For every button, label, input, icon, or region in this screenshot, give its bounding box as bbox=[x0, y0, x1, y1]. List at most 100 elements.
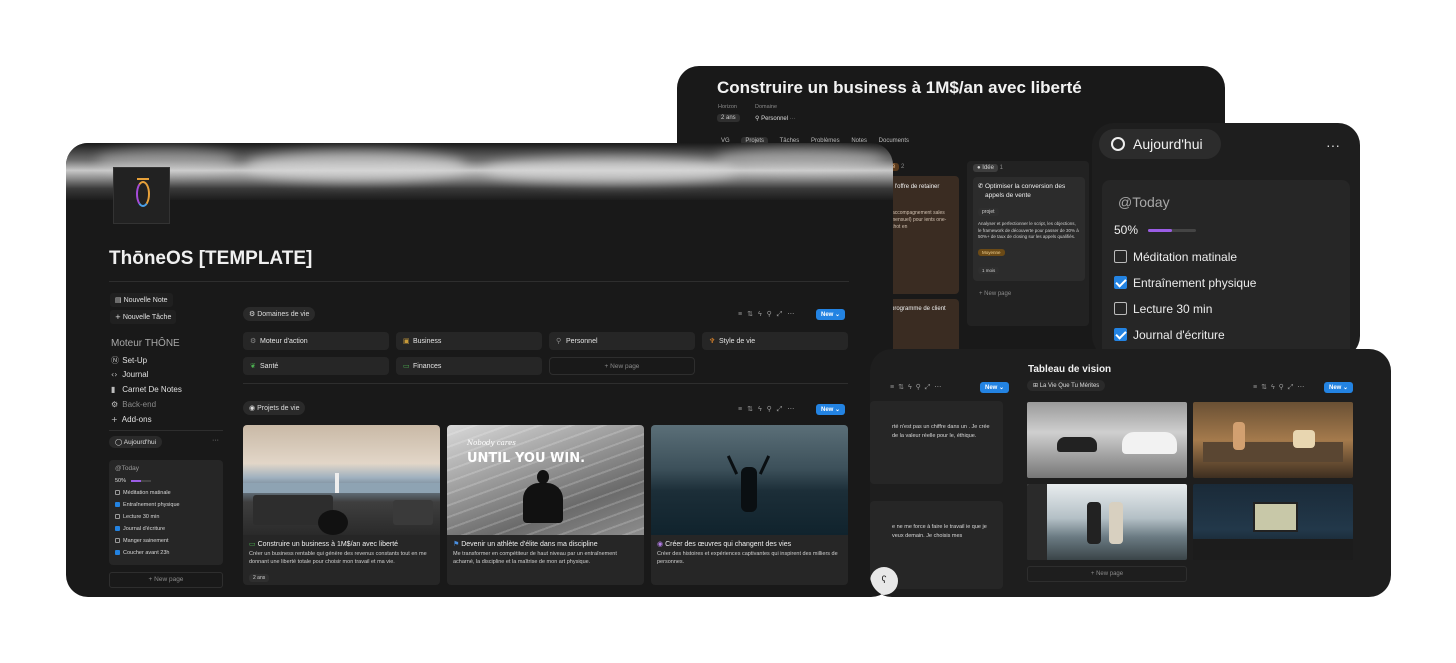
new-button[interactable]: New ⌄ bbox=[980, 382, 1010, 393]
projects-label: Projets de vie bbox=[257, 405, 300, 412]
help-icon[interactable]: ʕ bbox=[870, 567, 898, 595]
prop-horizon-value[interactable]: 2 ans bbox=[717, 114, 740, 122]
today-header[interactable]: Aujourd'hui bbox=[1099, 129, 1221, 159]
new-page-button[interactable]: + New page bbox=[979, 291, 1011, 297]
view-toolbar[interactable]: ≡⇅ϟ⚲⤢⋯ bbox=[738, 405, 799, 414]
vision-image-desk[interactable] bbox=[1193, 484, 1353, 560]
project-title-text: Construire un business à 1M$/an avec lib… bbox=[257, 541, 399, 548]
domain-card[interactable]: ❦ Santé bbox=[243, 357, 389, 375]
today-progress: 50% bbox=[115, 478, 217, 484]
vision-text-card[interactable]: rté n'est pas un chiffre dans un . Je cr… bbox=[870, 401, 1003, 484]
card-duration: 1 mois bbox=[978, 266, 1000, 274]
new-task-label: Nouvelle Tâche bbox=[122, 314, 172, 321]
kanban-card[interactable]: programme de client bbox=[885, 299, 959, 356]
projects-view-tab[interactable]: ◉ Projets de vie bbox=[243, 401, 306, 415]
sidebar-item-journal[interactable]: ‹› Journal bbox=[111, 370, 148, 379]
sidebar-item-setup[interactable]: Ⓝ Set-Up bbox=[111, 355, 147, 366]
today-toggle[interactable]: ◯ Aujourd'hui ··· bbox=[109, 436, 223, 451]
checkbox[interactable] bbox=[115, 490, 120, 496]
vision-view-tab[interactable]: ⊞ La Vie Que Tu Mérites bbox=[1027, 380, 1106, 391]
checkbox[interactable] bbox=[115, 514, 120, 520]
today-item[interactable]: Manger sainement bbox=[115, 535, 217, 547]
domain-card[interactable]: ♆ Style de vie bbox=[702, 332, 848, 350]
gear-icon: ⚙ bbox=[111, 400, 119, 409]
view-toolbar[interactable]: ≡⇅ϟ⚲⤢⋯ bbox=[890, 383, 945, 392]
new-vision-button[interactable]: New ⌄ bbox=[1324, 382, 1354, 393]
image-overlay-text: UNTIL YOU WIN. bbox=[467, 451, 586, 466]
today-pill[interactable]: ◯ Aujourd'hui bbox=[109, 436, 163, 448]
sidebar-item-carnet[interactable]: ▮ Carnet De Notes bbox=[111, 385, 182, 394]
project-card[interactable]: Nobody cares UNTIL YOU WIN. ⚑ Devenir un… bbox=[447, 425, 644, 585]
more-icon[interactable]: ··· bbox=[212, 437, 219, 444]
domain-card[interactable]: ⚙ Moteur d'action bbox=[243, 332, 389, 350]
new-project-button[interactable]: New ⌄ bbox=[816, 404, 846, 415]
vision-image-terrace[interactable] bbox=[1027, 484, 1187, 560]
sidebar-new-page-button[interactable]: + New page bbox=[109, 572, 223, 588]
new-button-label: New bbox=[985, 385, 998, 391]
view-toolbar[interactable]: ≡⇅ϟ⚲⤢⋯ bbox=[738, 310, 799, 319]
image-script-text: Nobody cares bbox=[467, 439, 516, 447]
today-title: Aujourd'hui bbox=[1133, 136, 1203, 152]
sidebar-item-backend[interactable]: ⚙ Back-end bbox=[111, 400, 156, 409]
column-badge-text: Idée bbox=[982, 165, 994, 171]
today-item[interactable]: Méditation matinale bbox=[1114, 250, 1237, 264]
vision-image-room[interactable] bbox=[1193, 402, 1353, 478]
today-item[interactable]: Journal d'écriture bbox=[115, 523, 217, 535]
card-priority: Moyenne bbox=[978, 248, 1005, 256]
card-tag: projet bbox=[978, 208, 999, 216]
today-heading: @Today bbox=[1118, 194, 1170, 210]
today-item-label: Méditation matinale bbox=[123, 490, 171, 496]
vision-new-page-button[interactable]: + New page bbox=[1027, 566, 1187, 582]
domain-card[interactable]: ▣ Business bbox=[396, 332, 542, 350]
today-item[interactable]: Coucher avant 23h bbox=[115, 547, 217, 559]
new-note-button[interactable]: ▤ Nouvelle Note bbox=[110, 293, 173, 307]
money-icon: ▭ bbox=[403, 362, 410, 370]
checkbox[interactable] bbox=[115, 550, 120, 556]
domain-new-page-button[interactable]: + New page bbox=[549, 357, 695, 375]
new-domain-button[interactable]: New ⌄ bbox=[816, 309, 846, 320]
kanban-card[interactable]: ✆ Optimiser la conversion des appels de v… bbox=[973, 177, 1085, 281]
domains-label: Domaines de vie bbox=[257, 311, 310, 318]
checkbox[interactable] bbox=[1114, 328, 1127, 341]
checkbox[interactable] bbox=[115, 538, 120, 544]
domain-label: Moteur d'action bbox=[260, 338, 308, 345]
person-icon: ⚲ bbox=[755, 115, 760, 122]
divider bbox=[109, 430, 223, 431]
checkbox[interactable] bbox=[115, 502, 120, 508]
checkbox[interactable] bbox=[1114, 276, 1127, 289]
today-item-label: Entraînement physique bbox=[1133, 276, 1257, 290]
new-task-button[interactable]: + Nouvelle Tâche bbox=[110, 310, 177, 324]
project-title: ▭ Construire un business à 1M$/an avec l… bbox=[243, 535, 440, 550]
eye-icon: ◉ bbox=[657, 540, 664, 548]
project-title-text: Créer des œuvres qui changent des vies bbox=[665, 541, 792, 548]
project-card[interactable]: ◉ Créer des œuvres qui changent des vies… bbox=[651, 425, 848, 585]
checkbox[interactable] bbox=[1114, 250, 1127, 263]
checkbox[interactable] bbox=[115, 526, 120, 532]
project-desc: Créer des histoires et expériences capti… bbox=[657, 551, 838, 565]
domain-card[interactable]: ▭ Finances bbox=[396, 357, 542, 375]
domain-label: Personnel bbox=[566, 338, 598, 345]
more-icon[interactable]: ··· bbox=[1326, 137, 1340, 153]
project-card[interactable]: ▭ Construire un business à 1M$/an avec l… bbox=[243, 425, 440, 585]
prop-domaine-value[interactable]: ⚲ Personnel ··· bbox=[755, 115, 796, 122]
vision-image-car[interactable] bbox=[1027, 402, 1187, 478]
new-page-label: New page bbox=[154, 576, 184, 583]
gear-icon: ⚙ bbox=[249, 310, 256, 318]
card-desc: Analyser et perfectionner le script, les… bbox=[978, 221, 1079, 239]
lamp-icon: ♆ bbox=[709, 337, 716, 345]
today-item[interactable]: Méditation matinale bbox=[115, 487, 217, 499]
kanban-card[interactable]: r l'offre de retainer 'accompagnement sa… bbox=[885, 176, 959, 294]
domain-card[interactable]: ⚲ Personnel bbox=[549, 332, 695, 350]
checkbox[interactable] bbox=[1114, 302, 1127, 315]
view-toolbar[interactable]: ≡⇅ϟ⚲⤢⋯ bbox=[1253, 383, 1308, 392]
today-item[interactable]: Entraînement physique bbox=[1114, 276, 1256, 290]
sidebar-item-addons[interactable]: + Add-ons bbox=[111, 415, 152, 424]
today-item[interactable]: Journal d'écriture bbox=[1114, 328, 1225, 342]
bookmark-icon: ▮ bbox=[111, 385, 116, 394]
today-item[interactable]: Lecture 30 min bbox=[1114, 302, 1212, 316]
domains-view-tab[interactable]: ⚙ Domaines de vie bbox=[243, 307, 316, 321]
sidebar-item-label: Add-ons bbox=[121, 415, 152, 424]
sidebar-today-panel: @Today 50% Méditation matinale Entraînem… bbox=[109, 460, 223, 565]
today-item[interactable]: Lecture 30 min bbox=[115, 511, 217, 523]
today-item[interactable]: Entraînement physique bbox=[115, 499, 217, 511]
